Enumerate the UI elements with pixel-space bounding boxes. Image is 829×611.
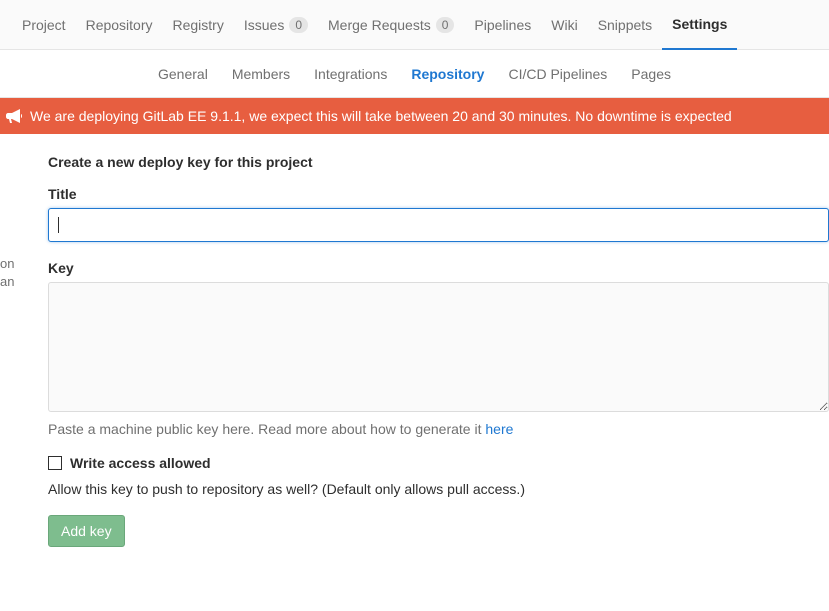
nav-mr-label: Merge Requests (328, 17, 431, 33)
subnav-repository[interactable]: Repository (399, 50, 496, 98)
write-access-checkbox[interactable] (48, 456, 62, 470)
broadcast-text: We are deploying GitLab EE 9.1.1, we exp… (30, 108, 732, 124)
write-access-row[interactable]: Write access allowed (48, 455, 829, 471)
nav-merge-requests[interactable]: Merge Requests 0 (318, 0, 464, 50)
side-text-fragment: on an (0, 255, 14, 291)
nav-wiki[interactable]: Wiki (541, 0, 587, 50)
title-group: Title (48, 186, 829, 242)
main-content: Create a new deploy key for this project… (0, 134, 829, 567)
nav-registry[interactable]: Registry (163, 0, 234, 50)
top-nav: Project Repository Registry Issues 0 Mer… (0, 0, 829, 50)
issues-count-badge: 0 (289, 17, 308, 33)
key-help: Paste a machine public key here. Read mo… (48, 421, 829, 437)
section-heading: Create a new deploy key for this project (48, 154, 829, 170)
nav-settings[interactable]: Settings (662, 0, 737, 50)
add-key-button[interactable]: Add key (48, 515, 125, 547)
subnav-general[interactable]: General (146, 50, 220, 98)
key-textarea[interactable] (48, 282, 829, 412)
nav-snippets[interactable]: Snippets (588, 0, 662, 50)
title-input[interactable] (48, 208, 829, 242)
key-group: Key Paste a machine public key here. Rea… (48, 260, 829, 437)
nav-issues-label: Issues (244, 17, 284, 33)
bullhorn-icon (6, 109, 22, 123)
text-cursor (58, 217, 59, 233)
subnav-members[interactable]: Members (220, 50, 302, 98)
broadcast-banner: We are deploying GitLab EE 9.1.1, we exp… (0, 98, 829, 134)
key-label: Key (48, 260, 829, 276)
sub-nav: General Members Integrations Repository … (0, 50, 829, 98)
generate-help-link[interactable]: here (485, 421, 513, 437)
subnav-pages[interactable]: Pages (619, 50, 683, 98)
write-access-help: Allow this key to push to repository as … (48, 481, 829, 497)
mr-count-badge: 0 (436, 17, 455, 33)
write-access-label: Write access allowed (70, 455, 211, 471)
nav-issues[interactable]: Issues 0 (234, 0, 318, 50)
nav-project[interactable]: Project (12, 0, 76, 50)
nav-repository[interactable]: Repository (76, 0, 163, 50)
subnav-cicd[interactable]: CI/CD Pipelines (496, 50, 619, 98)
nav-pipelines[interactable]: Pipelines (464, 0, 541, 50)
title-label: Title (48, 186, 829, 202)
subnav-integrations[interactable]: Integrations (302, 50, 399, 98)
